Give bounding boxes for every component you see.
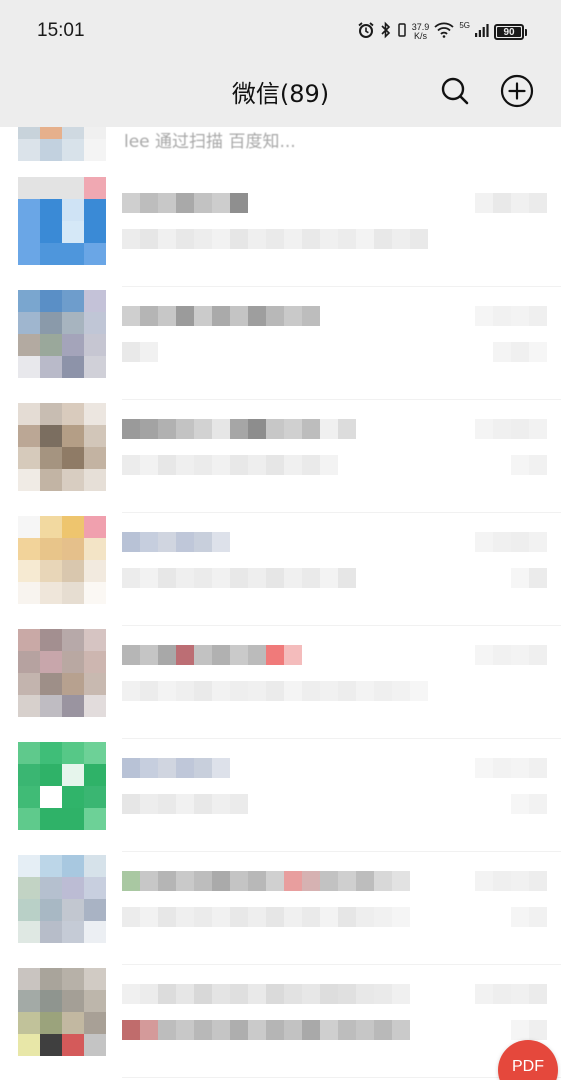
divider xyxy=(122,286,561,287)
chat-status-blurred xyxy=(493,342,547,362)
battery-icon: 90 xyxy=(494,24,527,40)
battery-level: 90 xyxy=(497,27,521,38)
chat-status-blurred xyxy=(511,1020,547,1040)
chat-message-blurred xyxy=(122,681,428,701)
wifi-icon xyxy=(434,22,454,42)
search-icon xyxy=(441,77,469,105)
avatar xyxy=(18,516,106,604)
chat-message-blurred xyxy=(122,342,158,362)
divider xyxy=(122,738,561,739)
divider xyxy=(122,399,561,400)
chat-message-blurred xyxy=(122,568,356,588)
avatar xyxy=(18,403,106,491)
chat-list: lee 通过扫描 百度知... xyxy=(0,127,561,1080)
chat-name-blurred xyxy=(122,758,230,778)
divider xyxy=(122,1077,561,1078)
chat-message-blurred xyxy=(122,455,338,475)
divider xyxy=(122,625,561,626)
chat-row[interactable] xyxy=(0,629,561,739)
add-icon xyxy=(500,74,534,108)
chat-status-blurred xyxy=(511,568,547,588)
network-type: 5G xyxy=(459,21,470,30)
chat-name-blurred xyxy=(122,871,410,891)
vibrate-icon xyxy=(397,21,407,43)
chat-row[interactable] xyxy=(0,290,561,400)
chat-row[interactable] xyxy=(0,855,561,965)
chat-name-blurred xyxy=(122,645,302,665)
chat-message-blurred xyxy=(122,794,248,814)
status-bar: 15:01 37.9 K/s 5G 90 xyxy=(0,0,561,60)
status-time: 15:01 xyxy=(37,20,85,41)
signal-icon xyxy=(475,22,489,42)
chat-row[interactable] xyxy=(0,403,561,513)
chat-row-partial[interactable]: lee 通过扫描 百度知... xyxy=(0,127,561,161)
status-icons: 37.9 K/s 5G 90 xyxy=(357,19,527,45)
chat-time-blurred xyxy=(475,532,547,552)
chat-row[interactable] xyxy=(0,516,561,626)
page-title: 微信(89) xyxy=(231,80,330,108)
chat-message-blurred xyxy=(122,229,428,249)
title-bar: 微信(89) xyxy=(0,60,561,127)
chat-time-blurred xyxy=(475,984,547,1004)
top-header: 15:01 37.9 K/s 5G 90 微信(89) xyxy=(0,0,561,127)
alarm-icon xyxy=(357,21,375,43)
chat-row[interactable] xyxy=(0,177,561,287)
chat-name-blurred xyxy=(122,532,230,552)
chat-name-blurred xyxy=(122,306,320,326)
avatar xyxy=(18,177,106,265)
chat-row[interactable] xyxy=(0,742,561,852)
chat-time-blurred xyxy=(475,645,547,665)
chat-status-blurred xyxy=(511,907,547,927)
chat-name-blurred xyxy=(122,193,248,213)
avatar xyxy=(18,742,106,830)
chat-preview: lee 通过扫描 百度知... xyxy=(124,132,296,152)
chat-time-blurred xyxy=(475,758,547,778)
avatar xyxy=(18,127,106,161)
net-speed: 37.9 K/s xyxy=(412,23,430,41)
chat-time-blurred xyxy=(475,419,547,439)
divider xyxy=(122,964,561,965)
avatar xyxy=(18,968,106,1056)
add-button[interactable] xyxy=(500,74,534,108)
chat-message-blurred xyxy=(122,907,410,927)
divider xyxy=(122,512,561,513)
chat-name-blurred xyxy=(122,984,410,1004)
avatar xyxy=(18,290,106,378)
net-speed-unit: K/s xyxy=(414,31,428,41)
avatar xyxy=(18,629,106,717)
chat-time-blurred xyxy=(475,193,547,213)
chat-message-blurred xyxy=(122,1020,410,1040)
chat-name-blurred xyxy=(122,419,356,439)
divider xyxy=(122,851,561,852)
chat-status-blurred xyxy=(511,455,547,475)
chat-time-blurred xyxy=(475,306,547,326)
bluetooth-icon xyxy=(380,21,392,43)
avatar xyxy=(18,855,106,943)
search-button[interactable] xyxy=(438,74,472,108)
chat-time-blurred xyxy=(475,871,547,891)
chat-row[interactable] xyxy=(0,968,561,1078)
chat-status-blurred xyxy=(511,794,547,814)
